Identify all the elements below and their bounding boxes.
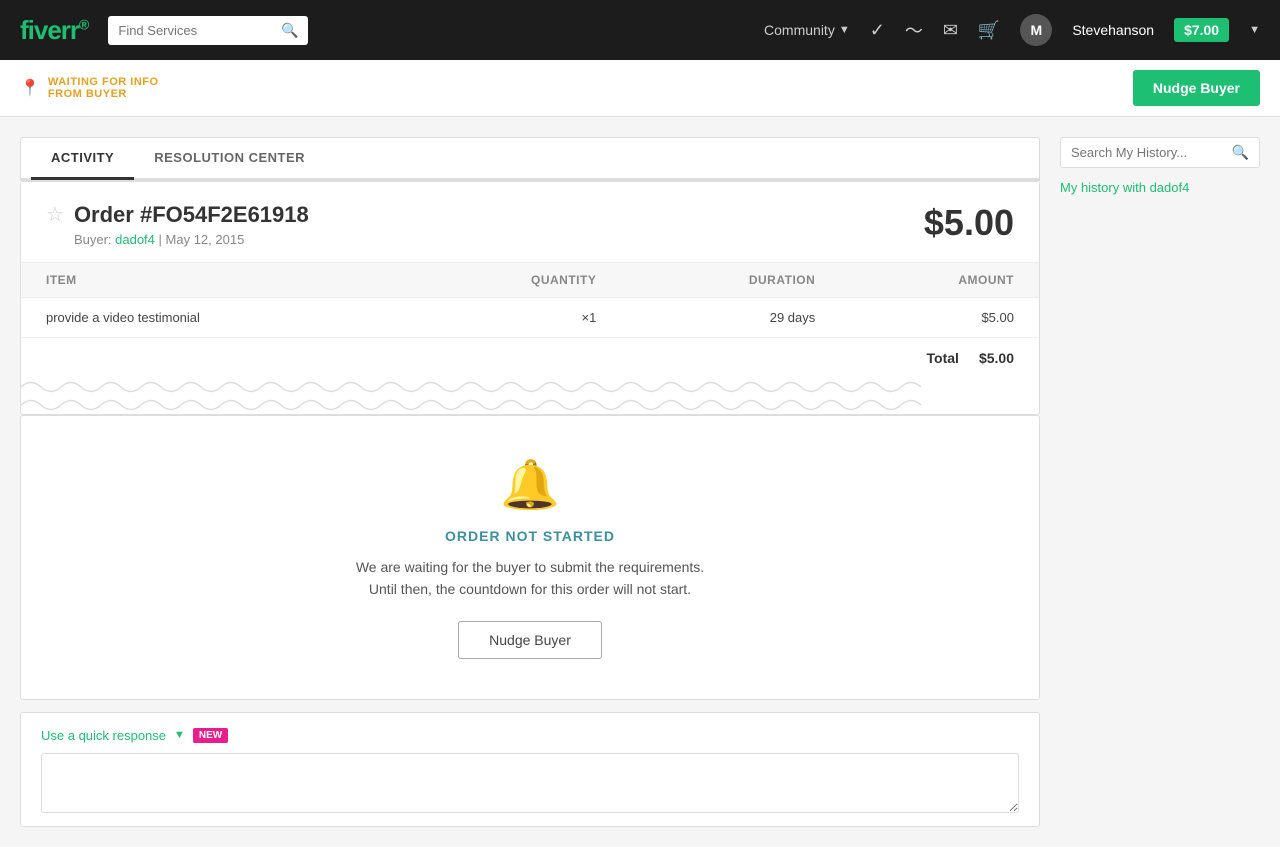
quick-response-chevron-icon[interactable]: ▼ [174, 729, 185, 741]
status-info: 📍 WAITING FOR INFO FROM BUYER [20, 76, 159, 100]
status-desc-line2: Until then, the countdown for this order… [369, 581, 691, 597]
history-link[interactable]: My history with dadof4 [1060, 180, 1260, 195]
table-row: provide a video testimonial ×1 29 days $… [21, 298, 1039, 338]
wavy-divider-top [21, 378, 1039, 396]
checkmark-icon[interactable]: ✓ [870, 20, 885, 41]
total-label: Total [927, 350, 959, 366]
tab-activity[interactable]: ACTIVITY [31, 138, 134, 180]
order-date: May 12, 2015 [166, 232, 245, 247]
analytics-icon[interactable]: 〜 [905, 17, 923, 43]
search-icon: 🔍 [281, 22, 298, 39]
avatar: M [1020, 14, 1052, 46]
nudge-buyer-button-top[interactable]: Nudge Buyer [1133, 70, 1260, 106]
logo-text: fiverr [20, 15, 79, 45]
order-details-card: ☆ Order #FO54F2E61918 Buyer: dadof4 | Ma… [20, 181, 1040, 415]
sidebar-search-bar[interactable]: 🔍 [1060, 137, 1260, 168]
community-nav[interactable]: Community ▼ [764, 22, 850, 38]
status-label-line1: WAITING FOR INFO [48, 76, 159, 88]
status-label-line2: FROM BUYER [48, 88, 159, 100]
order-info: Order #FO54F2E61918 Buyer: dadof4 | May … [74, 202, 309, 247]
order-price: $5.00 [924, 202, 1014, 244]
order-card-top: ☆ Order #FO54F2E61918 Buyer: dadof4 | Ma… [21, 182, 1039, 378]
main-content: ACTIVITY RESOLUTION CENTER ☆ Order #FO54… [0, 117, 1280, 847]
total-amount: $5.00 [979, 350, 1014, 366]
buyer-name-link[interactable]: dadof4 [115, 232, 155, 247]
community-chevron-icon: ▼ [839, 24, 850, 36]
tab-resolution-center[interactable]: RESOLUTION CENTER [134, 138, 325, 180]
messages-icon[interactable]: ✉ [943, 20, 958, 41]
col-quantity: QUANTITY [404, 263, 621, 298]
item-name: provide a video testimonial [21, 298, 404, 338]
content-left: ACTIVITY RESOLUTION CENTER ☆ Order #FO54… [20, 137, 1040, 827]
wavy-divider-bottom [21, 396, 1039, 414]
order-not-started-title: ORDER NOT STARTED [41, 528, 1019, 544]
bell-icon: 🔔 [41, 456, 1019, 513]
favorite-star-icon[interactable]: ☆ [46, 202, 64, 227]
status-text-block: WAITING FOR INFO FROM BUYER [48, 76, 159, 100]
buyer-label: Buyer: [74, 232, 112, 247]
order-title-section: ☆ Order #FO54F2E61918 Buyer: dadof4 | Ma… [46, 202, 309, 247]
logo[interactable]: fiverr® [20, 15, 88, 46]
sidebar-search-icon: 🔍 [1232, 144, 1249, 161]
item-duration: 29 days [621, 298, 840, 338]
community-label: Community [764, 22, 835, 38]
location-pin-icon: 📍 [20, 78, 40, 98]
navbar: fiverr® 🔍 Community ▼ ✓ 〜 ✉ 🛒 M Stevehan… [0, 0, 1280, 60]
item-amount: $5.00 [840, 298, 1039, 338]
order-table: ITEM QUANTITY DURATION AMOUNT provide a … [21, 262, 1039, 338]
search-input[interactable] [118, 23, 275, 38]
quick-response-section: Use a quick response ▼ NEW [20, 712, 1040, 827]
quick-response-link[interactable]: Use a quick response [41, 728, 166, 743]
cart-icon[interactable]: 🛒 [978, 20, 1000, 41]
message-textarea[interactable] [41, 753, 1019, 813]
col-item: ITEM [21, 263, 404, 298]
search-bar[interactable]: 🔍 [108, 16, 308, 45]
sidebar-search-input[interactable] [1071, 145, 1226, 160]
quick-response-header: Use a quick response ▼ NEW [41, 728, 1019, 743]
order-meta: Buyer: dadof4 | May 12, 2015 [74, 232, 309, 247]
col-amount: AMOUNT [840, 263, 1039, 298]
status-desc-line1: We are waiting for the buyer to submit t… [356, 559, 704, 575]
balance-badge: $7.00 [1174, 18, 1229, 42]
order-header: ☆ Order #FO54F2E61918 Buyer: dadof4 | Ma… [21, 182, 1039, 262]
sidebar: 🔍 My history with dadof4 [1060, 137, 1260, 827]
logo-registered: ® [79, 16, 88, 32]
new-badge: NEW [193, 728, 228, 743]
order-status-desc: We are waiting for the buyer to submit t… [41, 556, 1019, 601]
nudge-buyer-button-middle[interactable]: Nudge Buyer [458, 621, 602, 659]
order-total-row: Total $5.00 [21, 338, 1039, 378]
status-bar: 📍 WAITING FOR INFO FROM BUYER Nudge Buye… [0, 60, 1280, 117]
meta-separator: | [159, 232, 166, 247]
order-title: Order #FO54F2E61918 [74, 202, 309, 228]
username[interactable]: Stevehanson [1072, 22, 1154, 38]
tabs-wrapper: ACTIVITY RESOLUTION CENTER [20, 137, 1040, 181]
col-duration: DURATION [621, 263, 840, 298]
item-quantity: ×1 [404, 298, 621, 338]
tabs: ACTIVITY RESOLUTION CENTER [21, 138, 1039, 180]
order-status-section: 🔔 ORDER NOT STARTED We are waiting for t… [20, 415, 1040, 700]
user-dropdown-icon[interactable]: ▼ [1249, 24, 1260, 36]
avatar-initial: M [1030, 22, 1042, 38]
